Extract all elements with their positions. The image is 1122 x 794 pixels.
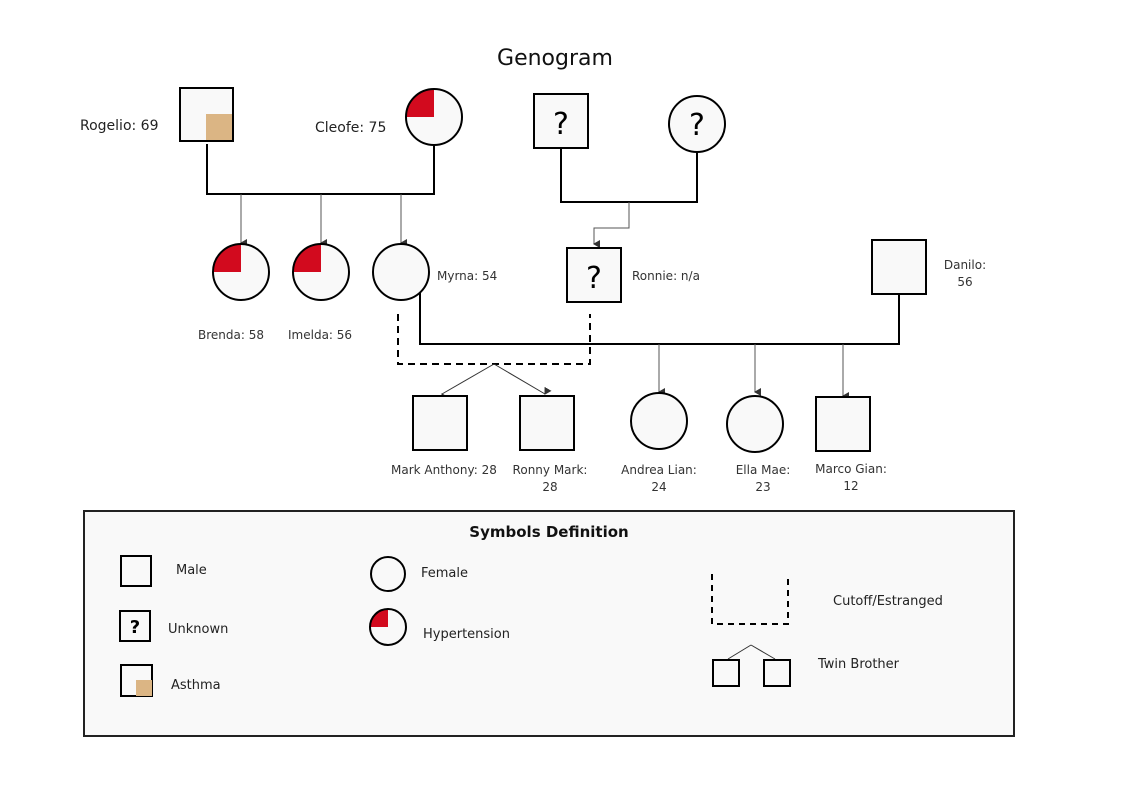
legend-unknown-symbol: ? <box>119 610 151 642</box>
person-andrea-lian-symbol[interactable] <box>630 392 688 450</box>
label-marco-gian-age: 12 <box>843 479 859 493</box>
legend-asthma-symbol <box>120 664 153 697</box>
label-marco-gian-name: Marco Gian: <box>815 462 887 476</box>
child-line-ronnie <box>593 202 630 248</box>
label-ella-mae-name: Ella Mae: <box>735 463 791 477</box>
legend-label-hypertension: Hypertension <box>423 627 510 642</box>
asthma-marker <box>206 114 232 140</box>
person-brenda-symbol[interactable] <box>212 243 270 301</box>
label-marco-gian: Marco Gian: 12 <box>808 461 894 495</box>
legend-label-male: Male <box>176 563 207 578</box>
person-danilo-symbol[interactable] <box>871 239 927 295</box>
unknown-mother-question-mark: ? <box>689 108 705 143</box>
child-lines-myrna-danilo <box>658 344 849 400</box>
person-cleofe-symbol[interactable] <box>405 88 463 146</box>
label-danilo: Danilo: 56 <box>935 257 995 291</box>
label-danilo-name: Danilo: <box>943 258 987 272</box>
label-brenda: Brenda: 58 <box>198 328 264 342</box>
legend-label-cutoff: Cutoff/Estranged <box>833 594 943 609</box>
person-unknown-mother-symbol[interactable]: ? <box>668 95 726 153</box>
person-marco-gian-symbol[interactable] <box>815 396 871 452</box>
genogram-canvas: ? ? ? ? <box>83 87 1015 737</box>
unknown-father-question-mark: ? <box>553 107 569 142</box>
person-myrna-symbol[interactable] <box>372 243 430 301</box>
legend-hypertension-symbol <box>369 608 407 646</box>
label-andrea-lian-age: 24 <box>651 480 667 494</box>
label-andrea-lian-name: Andrea Lian: <box>621 463 697 477</box>
label-andrea-lian: Andrea Lian: 24 <box>614 462 704 496</box>
ronnie-question-mark: ? <box>586 261 602 296</box>
label-ronny-mark-age: 28 <box>542 480 558 494</box>
marriage-line-rogelio-cleofe <box>206 144 435 195</box>
label-cleofe: Cleofe: 75 <box>315 120 387 136</box>
label-rogelio: Rogelio: 69 <box>80 118 159 134</box>
label-danilo-age: 56 <box>957 275 973 289</box>
label-imelda: Imelda: 56 <box>288 328 353 342</box>
twin-lines-mark-ronny <box>441 363 552 402</box>
legend-label-twins: Twin Brother <box>818 657 900 672</box>
legend-label-unknown: Unknown <box>168 622 229 637</box>
legend-title: Symbols Definition <box>469 523 629 541</box>
legend-male-symbol <box>120 555 152 587</box>
person-unknown-father-symbol[interactable]: ? <box>533 93 589 149</box>
label-ella-mae-age: 23 <box>755 480 771 494</box>
legend-label-female: Female <box>421 566 469 581</box>
legend-label-asthma: Asthma <box>171 678 221 693</box>
label-ella-mae: Ella Mae: 23 <box>723 462 803 496</box>
label-myrna: Myrna: 54 <box>437 269 498 283</box>
person-mark-anthony-symbol[interactable] <box>412 395 468 451</box>
person-ronny-mark-symbol[interactable] <box>519 395 575 451</box>
person-rogelio-symbol[interactable] <box>179 87 234 142</box>
child-lines-rogelio-cleofe <box>240 194 407 247</box>
person-imelda-symbol[interactable] <box>292 243 350 301</box>
label-ronny-mark: Ronny Mark: 28 <box>505 462 595 496</box>
legend-unknown-question-mark: ? <box>130 617 140 638</box>
person-ella-mae-symbol[interactable] <box>726 395 784 453</box>
label-ronny-mark-name: Ronny Mark: <box>512 463 588 477</box>
label-ronnie: Ronnie: n/a <box>632 269 700 283</box>
marriage-line-unknown-parents <box>560 148 698 203</box>
label-mark-anthony: Mark Anthony: 28 <box>391 463 497 477</box>
person-ronnie-symbol[interactable]: ? <box>566 247 622 303</box>
legend-female-symbol <box>370 556 406 592</box>
marriage-line-myrna-danilo <box>419 293 900 345</box>
cutoff-line-myrna-ronnie <box>397 314 591 365</box>
